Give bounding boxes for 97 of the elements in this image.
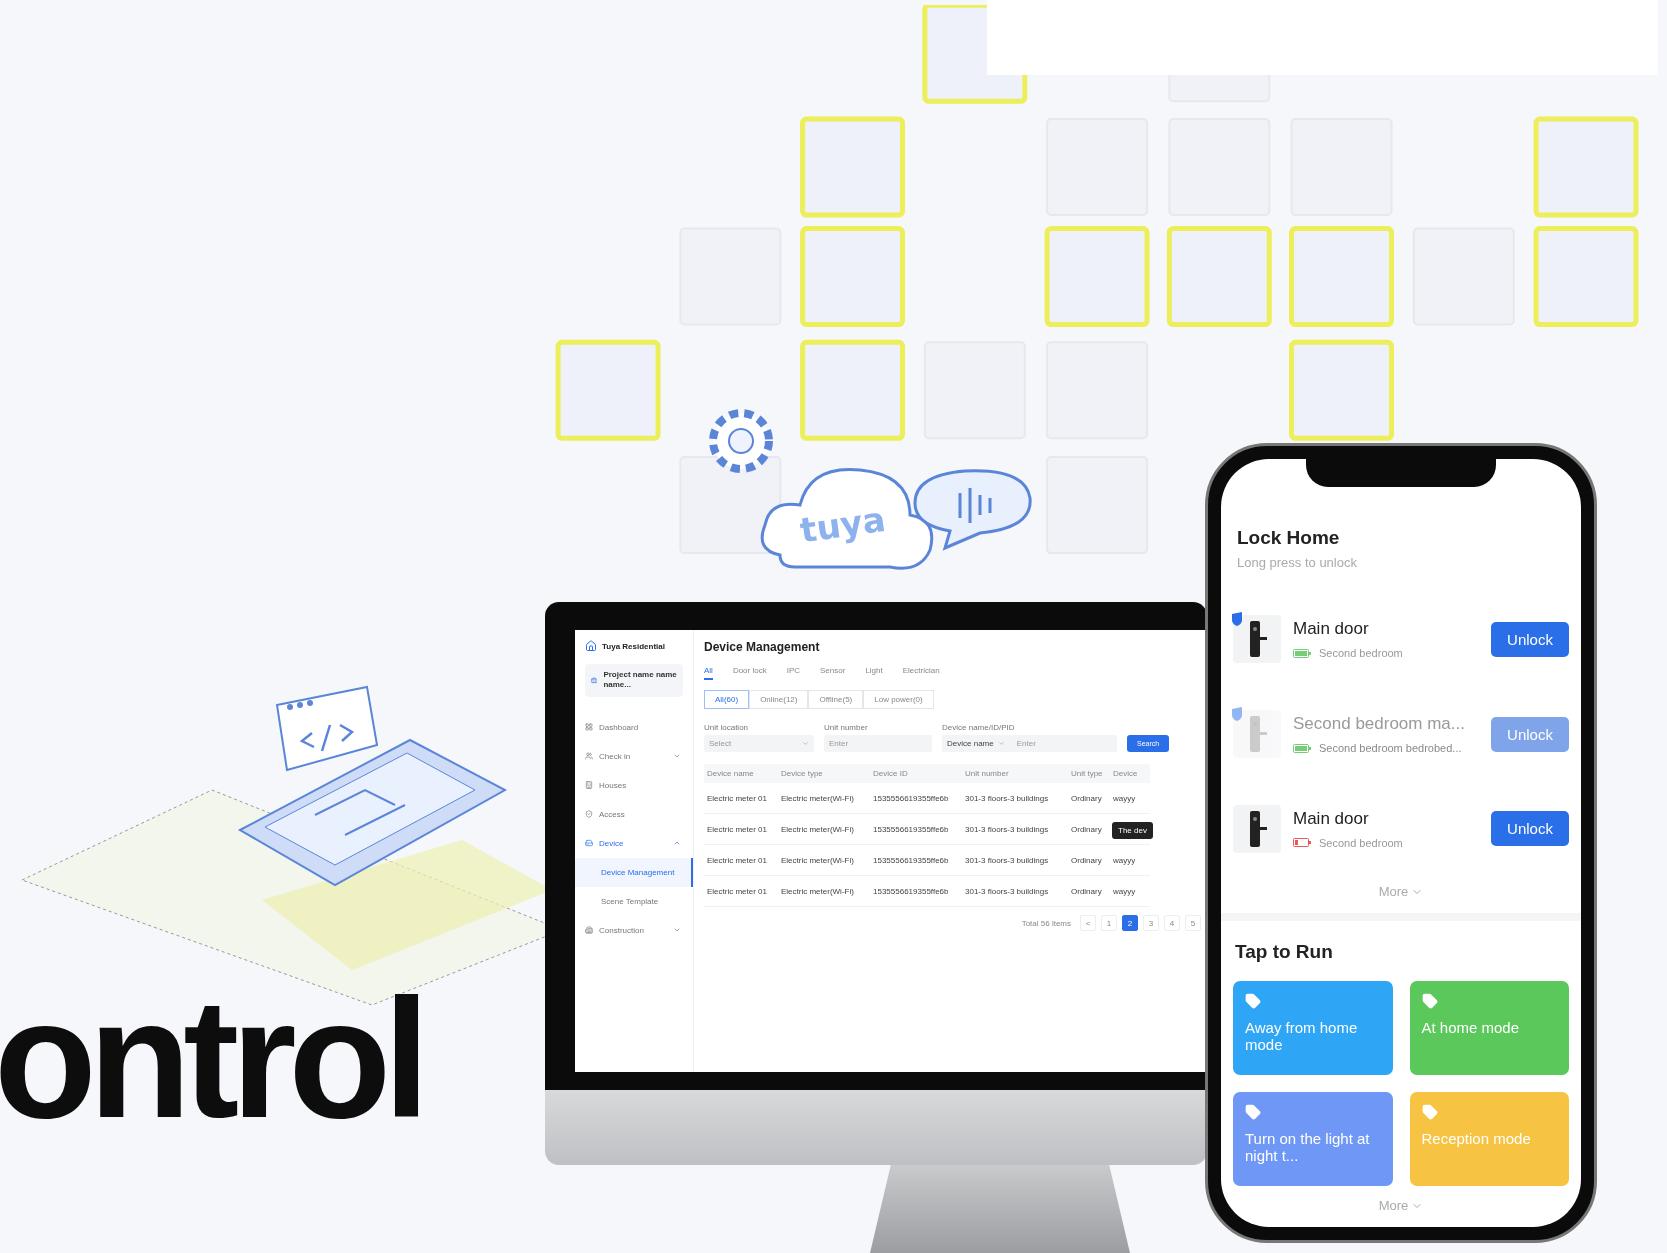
scene-card[interactable]: Away from home mode: [1233, 981, 1393, 1075]
nav-item[interactable]: Access: [575, 799, 693, 829]
scene-card[interactable]: Turn on the light at night t...: [1233, 1092, 1393, 1186]
table-cell: 301-3 floors-3 buildings: [962, 845, 1068, 876]
table-cell: wayyy: [1110, 783, 1150, 814]
column-header: Device ID: [870, 764, 962, 783]
nav-icon: [585, 810, 593, 819]
tab[interactable]: Door lock: [732, 666, 767, 680]
project-selector[interactable]: Project name name name...: [585, 664, 683, 697]
nav-subitem[interactable]: Scene Template: [575, 886, 693, 916]
column-header: Unit type: [1068, 764, 1110, 783]
table-cell: Ordinary: [1068, 814, 1110, 845]
chevron-icon: [997, 740, 1005, 747]
table-cell: Electric meter(Wi-Fi): [778, 876, 870, 907]
lock-room: Second bedroom: [1319, 647, 1403, 660]
section-title: Tap to Run: [1234, 940, 1334, 964]
table-cell: Electric meter 01: [704, 845, 778, 876]
status-filter[interactable]: All(60): [704, 690, 750, 709]
lock-room: Second bedroom bedrobed...: [1319, 742, 1462, 754]
table-cell: 1535556619355ffe6b: [870, 814, 962, 845]
select-field[interactable]: Select: [704, 735, 814, 752]
table-cell: 301-3 floors-3 buildings: [962, 814, 1068, 845]
search-field[interactable]: Device name Enter: [942, 735, 1117, 752]
column-header: Device type: [778, 764, 870, 783]
status-filter[interactable]: Low power(0): [863, 690, 934, 709]
tab[interactable]: Electrician: [902, 666, 940, 680]
table-cell: Electric meter 01: [704, 814, 778, 845]
tab[interactable]: IPC: [786, 666, 801, 680]
more-link[interactable]: More: [1221, 876, 1581, 913]
tag-icon: [1245, 993, 1261, 1009]
column-header: Device name: [704, 764, 778, 783]
nav-icon: [585, 839, 593, 848]
lock-name: Main door: [1293, 619, 1370, 640]
table-cell: wayyy: [1110, 876, 1150, 907]
table-cell: Electric meter(Wi-Fi): [778, 845, 870, 876]
total-count: Total 56 items: [1021, 918, 1071, 928]
page-button[interactable]: 4: [1164, 915, 1180, 931]
page-title: Device Management: [704, 640, 821, 654]
tab[interactable]: All: [704, 666, 713, 680]
home-icon: [585, 640, 597, 652]
nav-item[interactable]: Houses: [575, 770, 693, 800]
shield-icon: [1231, 707, 1243, 721]
lock-room: Second bedroom: [1319, 836, 1403, 849]
input-field[interactable]: Enter: [824, 735, 932, 752]
brand-name: Tuya Residential: [602, 641, 665, 651]
page-button[interactable]: 1: [1101, 915, 1117, 931]
screen-subtitle: Long press to unlock: [1236, 554, 1358, 572]
column-header: Device: [1110, 764, 1150, 783]
status-filter[interactable]: Online(12): [749, 690, 809, 709]
shield-icon: [1231, 612, 1243, 627]
table-cell: 301-3 floors-3 buildings: [962, 876, 1068, 907]
nav-icon: [585, 926, 593, 935]
tag-icon: [1421, 993, 1438, 1009]
tab[interactable]: Sensor: [820, 666, 846, 680]
tooltip: The dev: [1112, 822, 1153, 839]
table-cell: Ordinary: [1068, 783, 1110, 814]
nav-icon: [585, 781, 593, 790]
screen-title: Lock Home: [1236, 527, 1341, 549]
tag-icon: [1245, 1104, 1261, 1120]
lock-name: Main door: [1293, 808, 1370, 829]
chevron-icon: [802, 740, 809, 747]
table-cell: Ordinary: [1068, 876, 1110, 907]
page-button[interactable]: 5: [1185, 915, 1201, 931]
table-cell: 301-3 floors-3 buildings: [962, 783, 1068, 814]
page-button[interactable]: 3: [1143, 915, 1159, 931]
table-cell: wayyy: [1110, 845, 1150, 876]
nav-item[interactable]: Device: [575, 828, 693, 858]
lock-name: Second bedroom ma...: [1293, 714, 1466, 734]
table-cell: Electric meter(Wi-Fi): [778, 783, 870, 814]
unlock-button[interactable]: Unlock: [1491, 621, 1569, 657]
briefcase-icon: [591, 675, 598, 685]
filter-label: Unit location: [704, 723, 750, 732]
table-cell: Electric meter(Wi-Fi): [778, 814, 870, 845]
tab[interactable]: Light: [865, 666, 883, 680]
scene-card[interactable]: At home mode: [1409, 981, 1569, 1075]
filter-label: Unit number: [824, 723, 869, 732]
tag-icon: [1421, 1104, 1438, 1120]
nav-item[interactable]: Dashboard: [575, 712, 693, 742]
nav-subitem[interactable]: Device Management: [575, 857, 693, 887]
nav-item[interactable]: Construction: [575, 915, 693, 945]
table-cell: 1535556619355ffe6b: [870, 845, 962, 876]
nav-icon: [585, 752, 593, 761]
nav-item[interactable]: Check in: [575, 741, 693, 771]
table-cell: 1535556619355ffe6b: [870, 876, 962, 907]
nav-icon: [585, 723, 593, 732]
column-header: Unit number: [962, 764, 1068, 783]
unlock-button[interactable]: Unlock: [1491, 811, 1569, 847]
page-button[interactable]: 2: [1122, 915, 1138, 931]
prev-page-button[interactable]: <: [1080, 915, 1096, 931]
table-cell: Electric meter 01: [704, 876, 778, 907]
table-cell: 1535556619355ffe6b: [870, 783, 962, 814]
status-filter[interactable]: Offline(5): [808, 690, 864, 709]
headline: ontrol: [0, 975, 422, 1143]
filter-label: Device name/ID/PID: [942, 723, 1016, 732]
table-cell: Electric meter 01: [704, 783, 778, 814]
more-link[interactable]: More: [1221, 1186, 1581, 1227]
table-cell: Ordinary: [1068, 845, 1110, 876]
